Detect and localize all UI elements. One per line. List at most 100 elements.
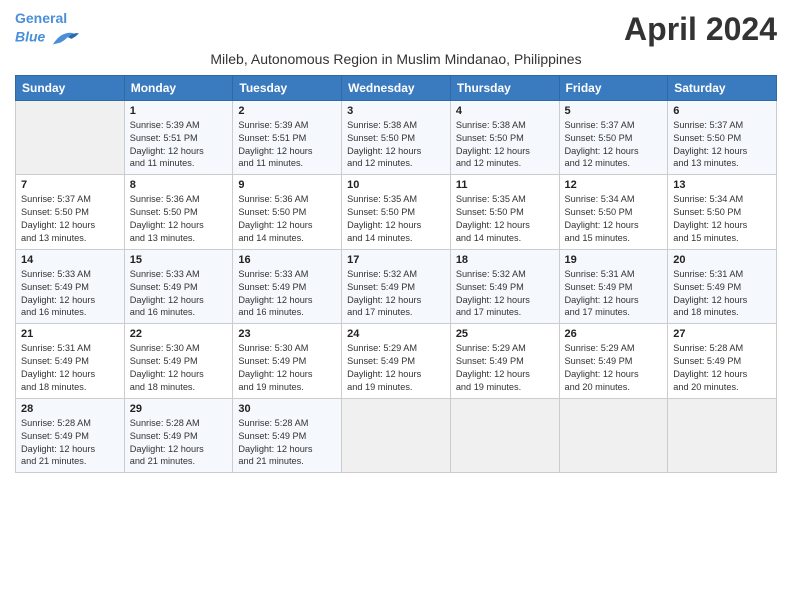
day-info: Sunrise: 5:32 AMSunset: 5:49 PMDaylight:… — [347, 268, 445, 320]
header-sunday: Sunday — [16, 75, 125, 100]
day-number: 29 — [130, 403, 228, 415]
calendar-cell: 15 Sunrise: 5:33 AMSunset: 5:49 PMDayligh… — [124, 249, 233, 324]
day-number: 14 — [21, 254, 119, 266]
calendar-cell: 4 Sunrise: 5:38 AMSunset: 5:50 PMDaylight… — [450, 100, 559, 175]
calendar-week-row: 28 Sunrise: 5:28 AMSunset: 5:49 PMDayligh… — [16, 398, 777, 473]
calendar-week-row: 7Sunrise: 5:37 AMSunset: 5:50 PMDaylight… — [16, 175, 777, 250]
day-info: Sunrise: 5:33 AMSunset: 5:49 PMDaylight:… — [130, 268, 228, 320]
calendar-cell: 5Sunrise: 5:37 AMSunset: 5:50 PMDaylight… — [559, 100, 668, 175]
day-info: Sunrise: 5:35 AMSunset: 5:50 PMDaylight:… — [456, 193, 554, 245]
calendar-cell: 30 Sunrise: 5:28 AMSunset: 5:49 PMDayligh… — [233, 398, 342, 473]
calendar-cell: 20Sunrise: 5:31 AMSunset: 5:49 PMDayligh… — [668, 249, 777, 324]
day-number: 8 — [130, 179, 228, 191]
day-info: Sunrise: 5:33 AMSunset: 5:49 PMDaylight:… — [238, 268, 336, 320]
day-number: 22 — [130, 328, 228, 340]
calendar-week-row: 1 Sunrise: 5:39 AMSunset: 5:51 PMDaylight… — [16, 100, 777, 175]
day-info: Sunrise: 5:34 AMSunset: 5:50 PMDaylight:… — [565, 193, 663, 245]
calendar-cell: 26 Sunrise: 5:29 AMSunset: 5:49 PMDayligh… — [559, 324, 668, 399]
calendar-cell: 11 Sunrise: 5:35 AMSunset: 5:50 PMDayligh… — [450, 175, 559, 250]
day-number: 16 — [238, 254, 336, 266]
day-info: Sunrise: 5:37 AMSunset: 5:50 PMDaylight:… — [673, 119, 771, 171]
calendar-cell: 25Sunrise: 5:29 AMSunset: 5:49 PMDayligh… — [450, 324, 559, 399]
calendar-cell: 18Sunrise: 5:32 AMSunset: 5:49 PMDayligh… — [450, 249, 559, 324]
calendar-cell — [450, 398, 559, 473]
day-number: 11 — [456, 179, 554, 191]
day-info: Sunrise: 5:36 AMSunset: 5:50 PMDaylight:… — [238, 193, 336, 245]
header-monday: Monday — [124, 75, 233, 100]
day-info: Sunrise: 5:28 AMSunset: 5:49 PMDaylight:… — [130, 417, 228, 469]
logo-blue: Blue — [15, 29, 45, 45]
calendar-cell: 16 Sunrise: 5:33 AMSunset: 5:49 PMDayligh… — [233, 249, 342, 324]
day-number: 15 — [130, 254, 228, 266]
calendar-week-row: 21 Sunrise: 5:31 AMSunset: 5:49 PMDayligh… — [16, 324, 777, 399]
day-number: 2 — [238, 105, 336, 117]
header-wednesday: Wednesday — [342, 75, 451, 100]
day-info: Sunrise: 5:30 AMSunset: 5:49 PMDaylight:… — [238, 342, 336, 394]
header-tuesday: Tuesday — [233, 75, 342, 100]
day-info: Sunrise: 5:31 AMSunset: 5:49 PMDaylight:… — [21, 342, 119, 394]
calendar-cell: 22 Sunrise: 5:30 AMSunset: 5:49 PMDayligh… — [124, 324, 233, 399]
calendar-cell: 9 Sunrise: 5:36 AMSunset: 5:50 PMDaylight… — [233, 175, 342, 250]
day-number: 30 — [238, 403, 336, 415]
day-number: 4 — [456, 105, 554, 117]
day-number: 17 — [347, 254, 445, 266]
day-number: 25 — [456, 328, 554, 340]
header-friday: Friday — [559, 75, 668, 100]
calendar-cell: 29 Sunrise: 5:28 AMSunset: 5:49 PMDayligh… — [124, 398, 233, 473]
day-number: 26 — [565, 328, 663, 340]
day-info: Sunrise: 5:38 AMSunset: 5:50 PMDaylight:… — [347, 119, 445, 171]
calendar-cell: 1 Sunrise: 5:39 AMSunset: 5:51 PMDaylight… — [124, 100, 233, 175]
calendar-cell — [559, 398, 668, 473]
header-saturday: Saturday — [668, 75, 777, 100]
calendar-cell: 24Sunrise: 5:29 AMSunset: 5:49 PMDayligh… — [342, 324, 451, 399]
day-info: Sunrise: 5:39 AMSunset: 5:51 PMDaylight:… — [238, 119, 336, 171]
calendar-cell — [668, 398, 777, 473]
day-number: 20 — [673, 254, 771, 266]
day-number: 3 — [347, 105, 445, 117]
day-info: Sunrise: 5:34 AMSunset: 5:50 PMDaylight:… — [673, 193, 771, 245]
day-info: Sunrise: 5:35 AMSunset: 5:50 PMDaylight:… — [347, 193, 445, 245]
calendar-cell — [342, 398, 451, 473]
day-info: Sunrise: 5:32 AMSunset: 5:49 PMDaylight:… — [456, 268, 554, 320]
calendar-cell: 8 Sunrise: 5:36 AMSunset: 5:50 PMDaylight… — [124, 175, 233, 250]
calendar-week-row: 14 Sunrise: 5:33 AMSunset: 5:49 PMDayligh… — [16, 249, 777, 324]
day-info: Sunrise: 5:30 AMSunset: 5:49 PMDaylight:… — [130, 342, 228, 394]
page-title: April 2024 — [624, 11, 777, 48]
day-number: 21 — [21, 328, 119, 340]
day-number: 9 — [238, 179, 336, 191]
page-subtitle: Mileb, Autonomous Region in Muslim Minda… — [15, 51, 777, 67]
calendar-cell: 17 Sunrise: 5:32 AMSunset: 5:49 PMDayligh… — [342, 249, 451, 324]
day-info: Sunrise: 5:37 AMSunset: 5:50 PMDaylight:… — [21, 193, 119, 245]
logo-bird-icon — [51, 27, 79, 49]
calendar-cell: 13 Sunrise: 5:34 AMSunset: 5:50 PMDayligh… — [668, 175, 777, 250]
calendar-cell: 23 Sunrise: 5:30 AMSunset: 5:49 PMDayligh… — [233, 324, 342, 399]
day-number: 12 — [565, 179, 663, 191]
day-number: 6 — [673, 105, 771, 117]
day-info: Sunrise: 5:39 AMSunset: 5:51 PMDaylight:… — [130, 119, 228, 171]
day-info: Sunrise: 5:28 AMSunset: 5:49 PMDaylight:… — [238, 417, 336, 469]
day-info: Sunrise: 5:28 AMSunset: 5:49 PMDaylight:… — [21, 417, 119, 469]
day-number: 5 — [565, 105, 663, 117]
day-info: Sunrise: 5:38 AMSunset: 5:50 PMDaylight:… — [456, 119, 554, 171]
calendar-table: SundayMondayTuesdayWednesdayThursdayFrid… — [15, 75, 777, 474]
header-thursday: Thursday — [450, 75, 559, 100]
day-number: 28 — [21, 403, 119, 415]
logo: General Blue — [15, 10, 79, 49]
calendar-cell: 28 Sunrise: 5:28 AMSunset: 5:49 PMDayligh… — [16, 398, 125, 473]
day-info: Sunrise: 5:28 AMSunset: 5:49 PMDaylight:… — [673, 342, 771, 394]
day-number: 1 — [130, 105, 228, 117]
day-number: 13 — [673, 179, 771, 191]
day-info: Sunrise: 5:29 AMSunset: 5:49 PMDaylight:… — [347, 342, 445, 394]
calendar-cell: 10Sunrise: 5:35 AMSunset: 5:50 PMDayligh… — [342, 175, 451, 250]
day-info: Sunrise: 5:33 AMSunset: 5:49 PMDaylight:… — [21, 268, 119, 320]
day-number: 23 — [238, 328, 336, 340]
calendar-cell — [16, 100, 125, 175]
calendar-cell: 7Sunrise: 5:37 AMSunset: 5:50 PMDaylight… — [16, 175, 125, 250]
calendar-cell: 6 Sunrise: 5:37 AMSunset: 5:50 PMDaylight… — [668, 100, 777, 175]
day-info: Sunrise: 5:29 AMSunset: 5:49 PMDaylight:… — [565, 342, 663, 394]
logo-general: General — [15, 10, 67, 26]
calendar-cell: 19Sunrise: 5:31 AMSunset: 5:49 PMDayligh… — [559, 249, 668, 324]
calendar-cell: 14 Sunrise: 5:33 AMSunset: 5:49 PMDayligh… — [16, 249, 125, 324]
calendar-cell: 2 Sunrise: 5:39 AMSunset: 5:51 PMDaylight… — [233, 100, 342, 175]
day-info: Sunrise: 5:36 AMSunset: 5:50 PMDaylight:… — [130, 193, 228, 245]
